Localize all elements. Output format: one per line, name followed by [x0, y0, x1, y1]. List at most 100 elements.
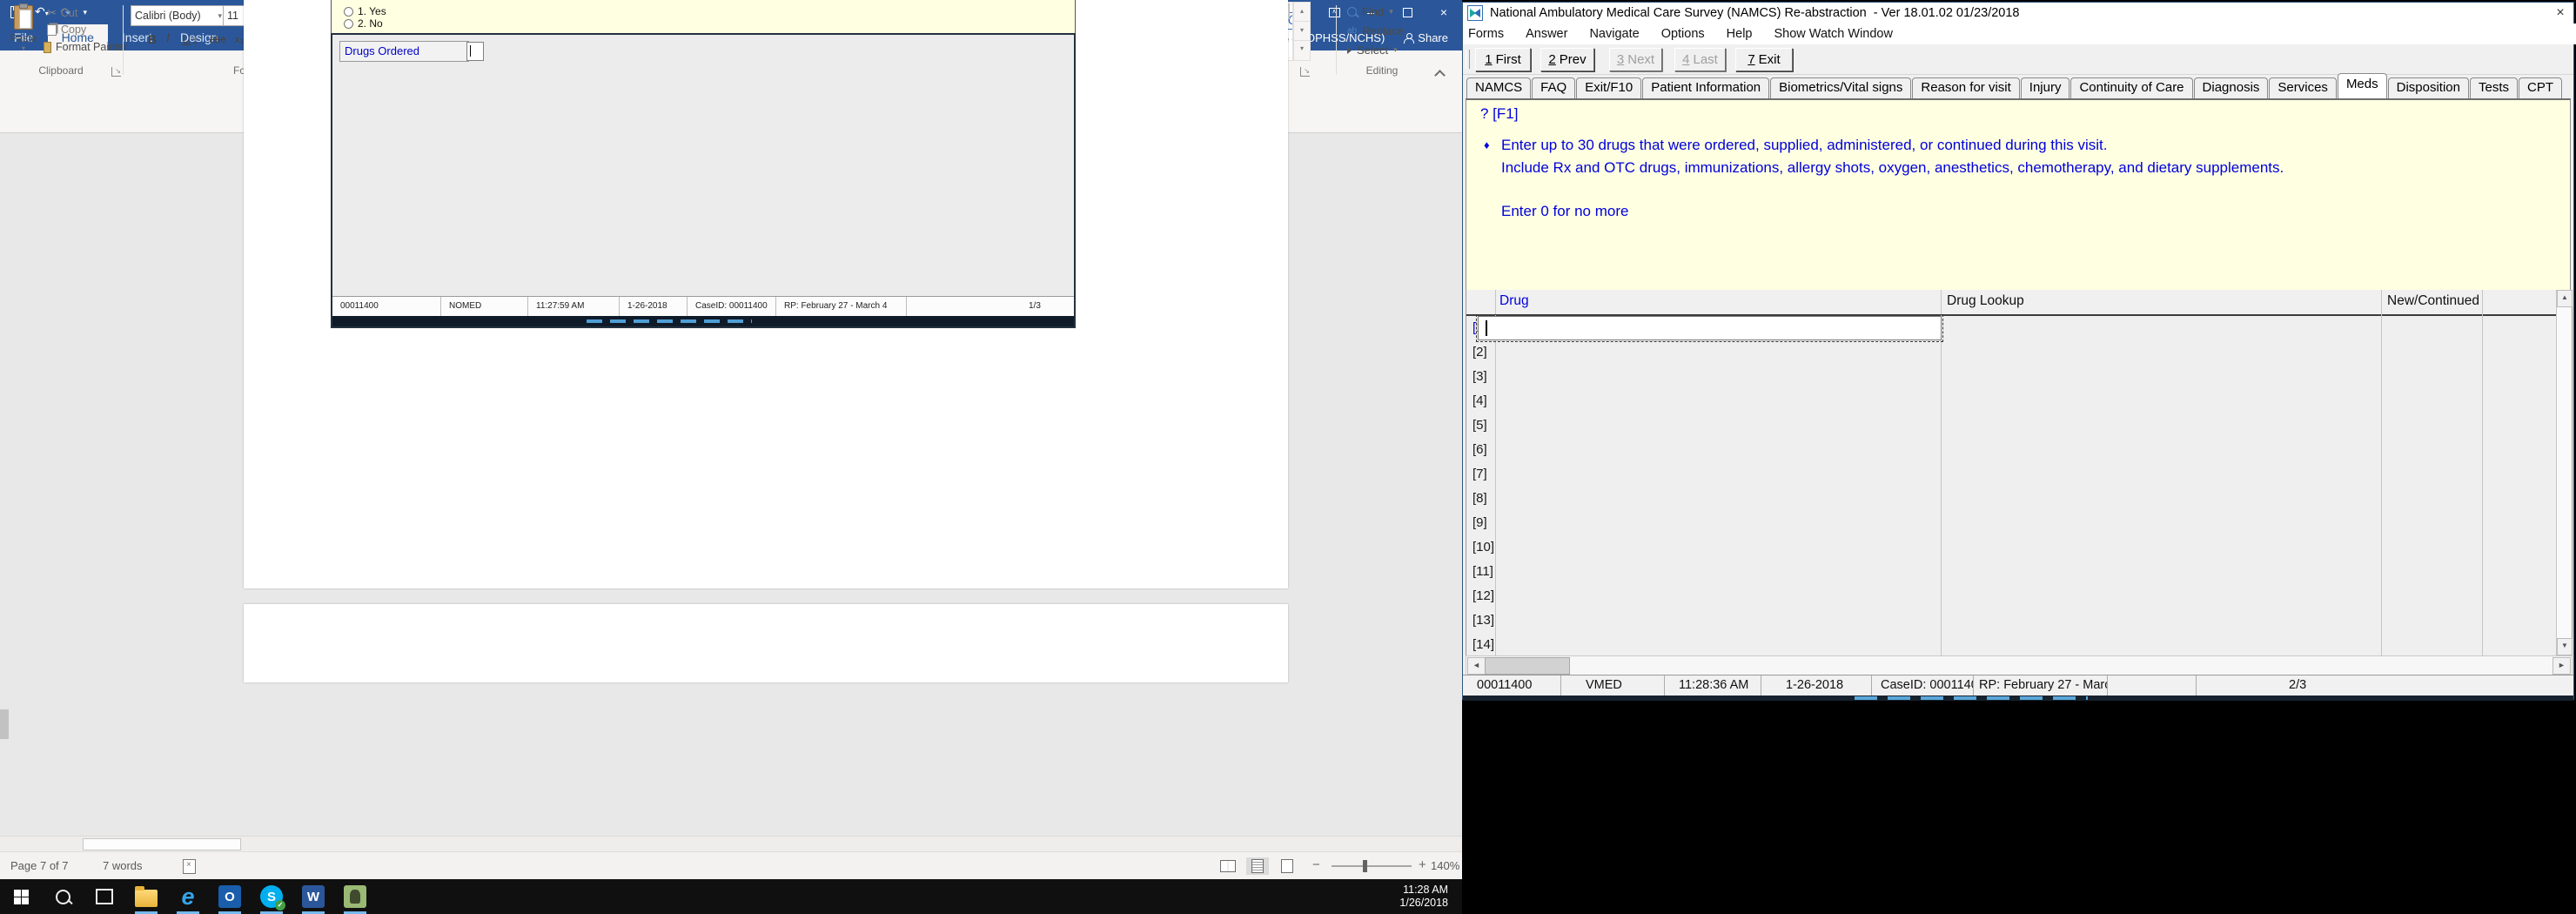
zoom-slider-thumb[interactable]: [1363, 860, 1367, 872]
replace-button[interactable]: ab Replace: [1347, 24, 1404, 37]
styles-scroll-up-button[interactable]: ▴: [1294, 3, 1310, 22]
tab-exit-f10[interactable]: Exit/F10: [1576, 77, 1641, 98]
taskbar-search-button[interactable]: [42, 879, 84, 914]
styles-dialog-launcher[interactable]: ↘: [1300, 67, 1310, 77]
row-label-2[interactable]: [2]: [1472, 340, 1499, 365]
clock-time: 11:28 AM: [1399, 884, 1448, 897]
start-button[interactable]: [0, 879, 42, 914]
nav-prev-button[interactable]: 2Prev: [1540, 48, 1594, 71]
tab-tests[interactable]: Tests: [2470, 77, 2518, 98]
tab-cpt[interactable]: CPT: [2519, 77, 2562, 98]
web-layout-button[interactable]: [1276, 857, 1298, 875]
menu-options[interactable]: Options: [1661, 27, 1715, 41]
document-page-next[interactable]: [244, 604, 1288, 682]
styles-scroll-down-button[interactable]: ▾: [1294, 22, 1310, 41]
close-button[interactable]: ×: [1426, 0, 1462, 24]
tab-namcs[interactable]: NAMCS: [1466, 77, 1531, 98]
hscroll-thumb[interactable]: [1485, 657, 1570, 675]
italic-button[interactable]: I: [164, 30, 172, 49]
embedded-screenshot-image[interactable]: 1. Yes 2. No Drugs Ordered 00011400 NOME…: [331, 154, 1076, 328]
customize-qat-icon[interactable]: ▾: [83, 6, 87, 18]
share-button[interactable]: Share: [1404, 31, 1448, 44]
find-button[interactable]: Find ▾: [1347, 5, 1393, 18]
tab-continuity-of-care[interactable]: Continuity of Care: [2070, 77, 2192, 98]
zoom-out-button[interactable]: −: [1312, 857, 1320, 872]
word-count[interactable]: 7 words: [103, 859, 143, 872]
word-horizontal-scrollbar[interactable]: [0, 836, 1462, 852]
font-name-combo[interactable]: Calibri (Body)▾: [131, 5, 226, 26]
namcs-close-button[interactable]: ×: [2547, 5, 2573, 21]
tab-biometrics-vital-signs[interactable]: Biometrics/Vital signs: [1770, 77, 1911, 98]
tab-injury[interactable]: Injury: [2021, 77, 2070, 98]
document-page[interactable]: 1. Yes 2. No Drugs Ordered 00011400 NOME…: [244, 154, 1288, 588]
tab-diagnosis[interactable]: Diagnosis: [2194, 77, 2269, 98]
nav-last-button[interactable]: 4Last: [1674, 48, 1726, 71]
proofing-status-icon[interactable]: [183, 859, 196, 874]
taskbar-clock[interactable]: 11:28 AM 1/26/2018: [1399, 884, 1462, 910]
row-label-7[interactable]: [7]: [1472, 462, 1499, 487]
bold-button[interactable]: B: [146, 30, 158, 49]
cut-button[interactable]: ✂ Cut: [47, 6, 77, 20]
menu-help[interactable]: Help: [1727, 27, 1763, 41]
menu-show-watch-window[interactable]: Show Watch Window: [1774, 27, 1903, 41]
print-layout-button[interactable]: [1246, 857, 1269, 875]
nav-next-button[interactable]: 3Next: [1609, 48, 1662, 71]
word-status-bar: Page 7 of 7 7 words − + 140%: [0, 851, 1462, 880]
row-label-14[interactable]: [14]: [1472, 633, 1499, 657]
tab-reason-for-visit[interactable]: Reason for visit: [1912, 77, 2019, 98]
taskbar-green-app[interactable]: [334, 879, 376, 914]
menu-answer[interactable]: Answer: [1526, 27, 1578, 41]
status-case-number: 00011400: [1463, 675, 1561, 696]
tab-meds[interactable]: Meds: [2338, 73, 2387, 98]
row-label-12[interactable]: [12]: [1472, 584, 1499, 608]
clipboard-dialog-launcher[interactable]: ↘: [111, 67, 121, 77]
document-canvas[interactable]: 1. Yes 2. No Drugs Ordered 00011400 NOME…: [0, 154, 1462, 837]
menu-forms[interactable]: Forms: [1468, 27, 1514, 41]
row-label-5[interactable]: [5]: [1472, 413, 1499, 438]
grid-vertical-scrollbar[interactable]: ▲ ▼: [2556, 290, 2572, 655]
taskbar-internet-explorer[interactable]: e: [167, 879, 209, 914]
styles-more-button[interactable]: ▾: [1294, 41, 1310, 58]
help-hint[interactable]: ? [F1]: [1480, 105, 1518, 123]
scroll-left-button[interactable]: ◄: [1467, 657, 1486, 675]
row-label-8[interactable]: [8]: [1472, 487, 1499, 511]
row-label-11[interactable]: [11]: [1472, 560, 1499, 584]
scroll-down-button[interactable]: ▼: [2557, 638, 2573, 655]
taskbar-outlook[interactable]: O: [209, 879, 251, 914]
copy-button[interactable]: Copy: [47, 24, 86, 36]
menu-navigate[interactable]: Navigate: [1589, 27, 1649, 41]
underline-button[interactable]: U▾: [179, 30, 200, 49]
paste-button[interactable]: Paste ▾: [7, 3, 40, 61]
taskbar-file-explorer[interactable]: [125, 879, 167, 914]
row-label-6[interactable]: [6]: [1472, 438, 1499, 462]
task-view-button[interactable]: [84, 879, 125, 914]
restore-button[interactable]: [1389, 0, 1426, 24]
row-label-4[interactable]: [4]: [1472, 389, 1499, 413]
page-indicator[interactable]: Page 7 of 7: [10, 859, 69, 872]
nav-first-button[interactable]: 1First: [1475, 48, 1531, 71]
row-label-13[interactable]: [13]: [1472, 608, 1499, 633]
nav-exit-button[interactable]: 7Exit: [1735, 48, 1793, 71]
select-button[interactable]: Select ▾: [1347, 44, 1398, 57]
taskbar-word[interactable]: W: [292, 879, 334, 914]
tab-services[interactable]: Services: [2269, 77, 2337, 98]
row-label-10[interactable]: [10]: [1472, 535, 1499, 560]
word-hscroll-thumb[interactable]: [83, 838, 241, 850]
drug-entry-input[interactable]: [1478, 316, 1942, 340]
tab-disposition[interactable]: Disposition: [2388, 77, 2469, 98]
scroll-up-button[interactable]: ▲: [2557, 290, 2573, 307]
zoom-slider-track[interactable]: [1332, 865, 1412, 867]
zoom-level[interactable]: 140%: [1431, 859, 1459, 872]
row-label-3[interactable]: [3]: [1472, 365, 1499, 389]
tab-faq[interactable]: FAQ: [1532, 77, 1575, 98]
taskbar-skype[interactable]: S: [251, 879, 292, 914]
grid-horizontal-scrollbar[interactable]: ◄ ►: [1466, 655, 2573, 676]
zoom-in-button[interactable]: +: [1419, 857, 1426, 872]
read-mode-button[interactable]: [1217, 857, 1239, 875]
format-painter-button[interactable]: Format Painter: [44, 41, 128, 53]
scroll-right-button[interactable]: ►: [2553, 657, 2571, 675]
tab-patient-information[interactable]: Patient Information: [1642, 77, 1769, 98]
collapse-ribbon-button[interactable]: [1436, 68, 1444, 84]
row-label-9[interactable]: [9]: [1472, 511, 1499, 535]
strikethrough-button[interactable]: abc: [207, 30, 228, 49]
